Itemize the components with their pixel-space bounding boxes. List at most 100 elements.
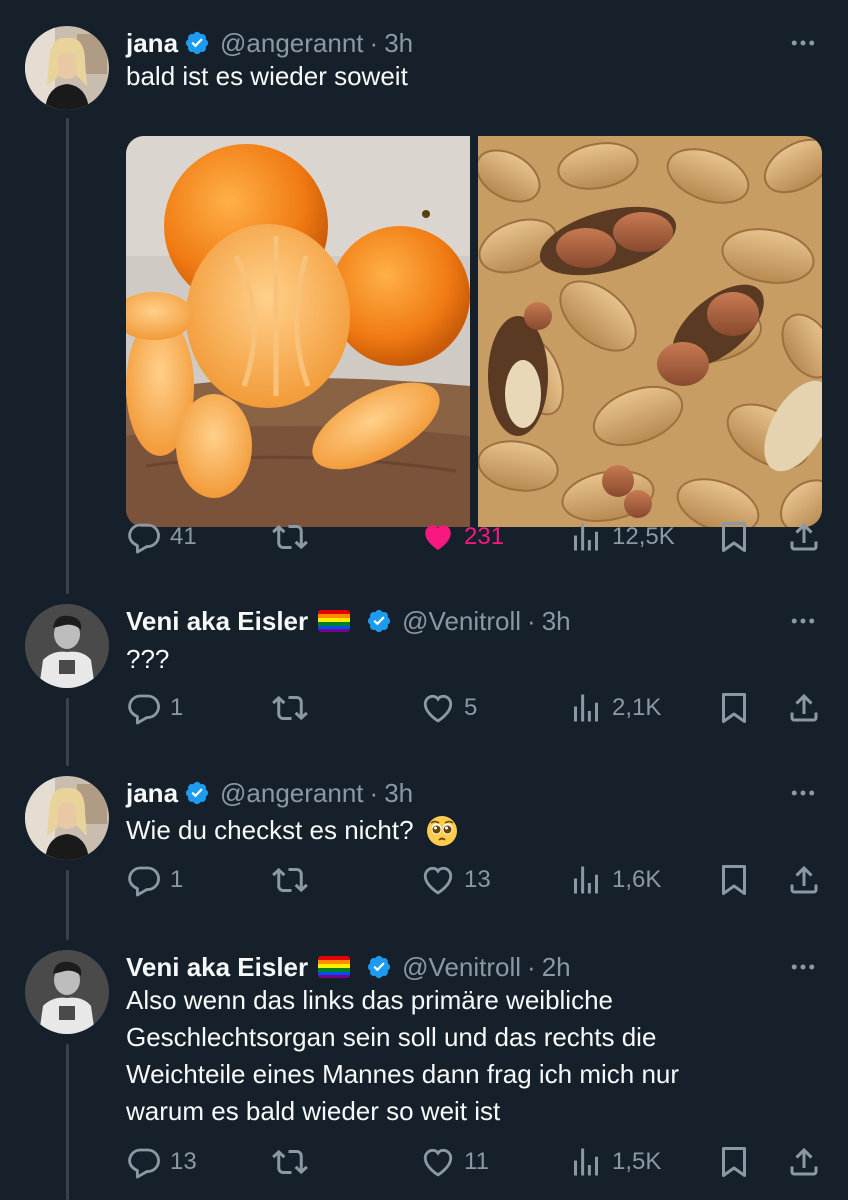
like-count: 231 xyxy=(464,523,505,550)
tweet-text: bald ist es wieder soweit xyxy=(126,61,408,91)
rainbow-flag-emoji xyxy=(318,956,351,978)
tweet-text: Wie du checkst es nicht? xyxy=(126,812,458,849)
author-handle[interactable]: @angerannt xyxy=(220,28,364,59)
timestamp[interactable]: 2h xyxy=(542,952,571,983)
retweet-icon xyxy=(272,519,308,555)
pleading-face-emoji xyxy=(426,815,457,846)
avatar[interactable] xyxy=(25,776,109,860)
like-button[interactable]: 13 xyxy=(420,860,491,900)
tweet-header: Veni aka Eisler @Venitroll · 2h xyxy=(126,950,571,984)
tweet-text-content: Wie du checkst es nicht? xyxy=(126,815,414,845)
author-name[interactable]: Veni aka Eisler xyxy=(126,952,308,983)
views-icon xyxy=(568,690,604,726)
tweet-header: Veni aka Eisler @Venitroll · 3h xyxy=(126,604,571,638)
timestamp[interactable]: 3h xyxy=(384,778,413,809)
rainbow-flag-emoji xyxy=(318,610,351,632)
retweet-button[interactable] xyxy=(272,688,308,728)
view-count: 1,6K xyxy=(612,866,662,893)
thread-line xyxy=(66,118,69,594)
separator-dot: · xyxy=(369,27,379,58)
tweet-actions: 41 231 12,5K xyxy=(126,517,826,557)
reply-icon xyxy=(126,1144,162,1180)
reply-icon xyxy=(126,519,162,555)
more-icon[interactable] xyxy=(786,604,820,638)
peanuts-image[interactable] xyxy=(478,136,822,527)
like-button[interactable]: 231 xyxy=(420,517,504,557)
views-button[interactable]: 1,5K xyxy=(568,1142,661,1182)
like-button[interactable]: 5 xyxy=(420,688,477,728)
like-button[interactable]: 11 xyxy=(420,1142,489,1182)
share-button[interactable] xyxy=(786,517,822,557)
more-icon[interactable] xyxy=(786,776,820,810)
heart-icon xyxy=(420,862,456,898)
views-button[interactable]: 12,5K xyxy=(568,517,675,557)
views-button[interactable]: 2,1K xyxy=(568,688,661,728)
retweet-icon xyxy=(272,862,308,898)
more-icon[interactable] xyxy=(786,26,820,60)
view-count: 12,5K xyxy=(612,523,675,550)
reply-count: 41 xyxy=(170,523,197,550)
share-button[interactable] xyxy=(786,1142,822,1182)
more-icon[interactable] xyxy=(786,950,820,984)
like-count: 5 xyxy=(464,694,478,721)
share-button[interactable] xyxy=(786,860,822,900)
tweet-text-line: Geschlechtsorgan sein soll und das recht… xyxy=(126,1022,657,1052)
views-icon xyxy=(568,519,604,555)
verified-badge-icon xyxy=(366,608,392,634)
separator-dot: · xyxy=(527,605,536,636)
views-icon xyxy=(568,862,604,898)
bookmark-icon xyxy=(716,862,752,898)
avatar[interactable] xyxy=(25,604,109,688)
bookmark-icon xyxy=(716,519,752,555)
bookmark-button[interactable] xyxy=(716,517,752,557)
reply-button[interactable]: 1 xyxy=(126,688,183,728)
retweet-button[interactable] xyxy=(272,860,308,900)
author-name[interactable]: jana xyxy=(126,778,178,809)
verified-badge-icon xyxy=(184,30,210,56)
timestamp[interactable]: 3h xyxy=(384,28,413,59)
reply-icon xyxy=(126,862,162,898)
thread-line xyxy=(66,870,69,940)
retweet-button[interactable] xyxy=(272,517,308,557)
retweet-icon xyxy=(272,690,308,726)
author-name[interactable]: Veni aka Eisler xyxy=(126,606,308,637)
avatar[interactable] xyxy=(25,950,109,1034)
author-handle[interactable]: @Venitroll xyxy=(402,952,521,983)
verified-badge-icon xyxy=(366,954,392,980)
media-grid[interactable] xyxy=(126,136,822,527)
share-icon xyxy=(786,862,822,898)
author-name[interactable]: jana xyxy=(126,28,178,59)
tweet-text-line: Weichteile eines Mannes dann frag ich mi… xyxy=(126,1059,680,1089)
author-handle[interactable]: @angerannt xyxy=(220,778,364,809)
verified-badge-icon xyxy=(184,780,210,806)
tweet-text: ??? xyxy=(126,644,170,674)
tweet-header: jana @angerannt · 3h xyxy=(126,776,413,810)
retweet-icon xyxy=(272,1144,308,1180)
view-count: 1,5K xyxy=(612,1148,662,1175)
bookmark-button[interactable] xyxy=(716,688,752,728)
reply-button[interactable]: 41 xyxy=(126,517,197,557)
timestamp[interactable]: 3h xyxy=(542,606,571,637)
tweet-text-line: Also wenn das links das primäre weiblich… xyxy=(126,985,614,1015)
tweet-text-line: warum es bald wieder so weit ist xyxy=(126,1096,501,1126)
mandarins-image[interactable] xyxy=(126,136,470,527)
bookmark-button[interactable] xyxy=(716,860,752,900)
views-button[interactable]: 1,6K xyxy=(568,860,661,900)
share-icon xyxy=(786,1144,822,1180)
share-icon xyxy=(786,519,822,555)
view-count: 2,1K xyxy=(612,694,662,721)
reply-button[interactable]: 13 xyxy=(126,1142,197,1182)
tweet-text: Also wenn das links das primäre weiblich… xyxy=(126,982,679,1130)
reply-icon xyxy=(126,690,162,726)
bookmark-button[interactable] xyxy=(716,1142,752,1182)
separator-dot: · xyxy=(369,777,379,808)
retweet-button[interactable] xyxy=(272,1142,308,1182)
author-handle[interactable]: @Venitroll xyxy=(402,606,521,637)
heart-icon xyxy=(420,690,456,726)
share-button[interactable] xyxy=(786,688,822,728)
tweet-actions: 13 11 1,5K xyxy=(126,1142,826,1182)
avatar[interactable] xyxy=(25,26,109,110)
like-count: 11 xyxy=(464,1148,489,1175)
tweet-header: jana @angerannt · 3h xyxy=(126,26,413,60)
reply-button[interactable]: 1 xyxy=(126,860,183,900)
